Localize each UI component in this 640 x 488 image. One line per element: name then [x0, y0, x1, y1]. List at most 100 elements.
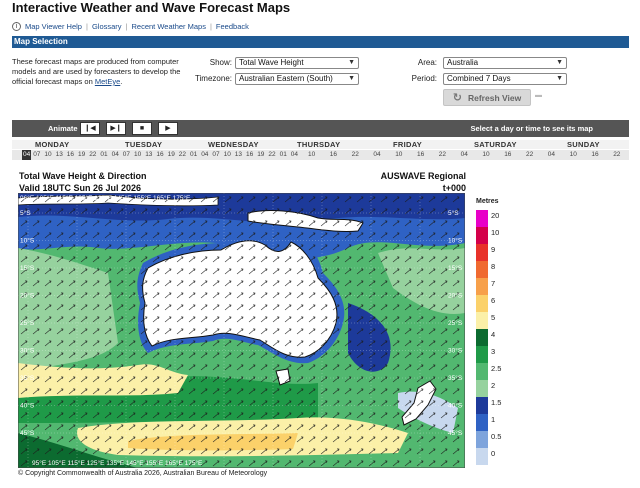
hour-cell[interactable]: 22: [179, 150, 186, 160]
hour-row: 04 07 10 13 16 19 22 01 04 07 10 13 16 19 22 01 04 07 10 13…: [12, 150, 629, 160]
chevron-down-icon: ▼: [556, 59, 563, 66]
legend-value: 8: [491, 262, 496, 271]
legend-value: 3: [491, 347, 496, 356]
day-sunday[interactable]: SUNDAY: [567, 140, 600, 149]
hour-cell[interactable]: 16: [156, 150, 163, 160]
legend-swatch: [476, 329, 488, 346]
link-feedback[interactable]: Feedback: [216, 22, 249, 31]
hour-cell[interactable]: 07: [212, 150, 219, 160]
hour-cell[interactable]: 01: [190, 150, 197, 160]
legend-swatch: [476, 363, 488, 380]
hour-cell[interactable]: 04: [201, 150, 208, 160]
step-forward-button[interactable]: ▶❙: [106, 122, 126, 135]
latitude-label-left: 35°S: [20, 374, 35, 382]
hour-cell[interactable]: 10: [395, 150, 402, 160]
timezone-label: Timezone:: [194, 74, 232, 83]
hour-cell[interactable]: 19: [257, 150, 264, 160]
latitude-label-left: 25°S: [20, 319, 35, 327]
hour-cell[interactable]: 22: [526, 150, 533, 160]
hour-cell[interactable]: 10: [570, 150, 577, 160]
help-links: i Map Viewer Help | Glossary | Recent We…: [12, 22, 249, 31]
day-tuesday[interactable]: TUESDAY: [125, 140, 162, 149]
hour-cell[interactable]: 10: [44, 150, 51, 160]
hour-cell[interactable]: 10: [224, 150, 231, 160]
hour-cell[interactable]: 22: [613, 150, 620, 160]
latitude-label-right: 20°S: [448, 292, 463, 300]
show-select-value: Total Wave Height: [239, 58, 304, 67]
refresh-shadow: ▬: [535, 92, 542, 99]
hour-cell[interactable]: 04: [461, 150, 468, 160]
link-recent-weather-maps[interactable]: Recent Weather Maps: [131, 22, 205, 31]
hour-cell[interactable]: 16: [504, 150, 511, 160]
legend-swatch: [476, 346, 488, 363]
legend-value: 0.5: [491, 432, 502, 441]
hour-cell[interactable]: 22: [352, 150, 359, 160]
day-header-row: MONDAY TUESDAY WEDNESDAY THURSDAY FRIDAY…: [12, 140, 629, 149]
longitude-labels-bottom: 95°E 105°E 115°E 125°E 135°E 145°E 155°E…: [32, 459, 203, 467]
hour-cell[interactable]: 19: [168, 150, 175, 160]
hour-cell[interactable]: 01: [100, 150, 107, 160]
legend-swatch: [476, 312, 488, 329]
hour-cell[interactable]: 04: [22, 150, 32, 160]
timezone-select[interactable]: Australian Eastern (South) ▼: [235, 73, 359, 85]
hour-cell[interactable]: 16: [330, 150, 337, 160]
page-title: Interactive Weather and Wave Forecast Ma…: [12, 0, 291, 15]
hour-cell[interactable]: 10: [482, 150, 489, 160]
separator: |: [85, 22, 88, 31]
latitude-label-right: 5°S: [448, 209, 459, 217]
hour-cell[interactable]: 10: [308, 150, 315, 160]
legend-swatch: [476, 397, 488, 414]
link-glossary[interactable]: Glossary: [92, 22, 122, 31]
hour-cell[interactable]: 07: [33, 150, 40, 160]
period-select[interactable]: Combined 7 Days ▼: [443, 73, 567, 85]
info-icon: i: [12, 22, 21, 31]
link-map-viewer-help[interactable]: Map Viewer Help: [25, 22, 82, 31]
legend-value: 7: [491, 279, 496, 288]
legend-value: 2.5: [491, 364, 502, 373]
legend-value: 20: [491, 211, 500, 220]
day-monday[interactable]: MONDAY: [35, 140, 69, 149]
hour-cell[interactable]: 22: [439, 150, 446, 160]
day-saturday[interactable]: SATURDAY: [474, 140, 517, 149]
latitude-label-right: 15°S: [448, 264, 463, 272]
hour-cell[interactable]: 10: [134, 150, 141, 160]
legend-value: 4: [491, 330, 496, 339]
intro-text: These forecast maps are produced from co…: [12, 57, 181, 86]
legend-value: 9: [491, 245, 496, 254]
longitude-labels-top: 96°E 105°E 115°E 125°E 135°E 145°E 155°E…: [20, 194, 191, 202]
refresh-view-button[interactable]: ↻ Refresh View: [443, 89, 531, 106]
day-thursday[interactable]: THURSDAY: [297, 140, 340, 149]
play-button[interactable]: ▶: [158, 122, 178, 135]
latitude-label-left: 5°S: [20, 209, 31, 217]
hour-cell[interactable]: 13: [145, 150, 152, 160]
stop-button[interactable]: ■: [132, 122, 152, 135]
hour-cell[interactable]: 01: [280, 150, 287, 160]
wave-height-map: 96°E 105°E 115°E 125°E 135°E 145°E 155°E…: [18, 193, 465, 468]
hour-cell[interactable]: 16: [417, 150, 424, 160]
animate-label: Animate: [48, 124, 78, 133]
day-wednesday[interactable]: WEDNESDAY: [208, 140, 259, 149]
hour-cell[interactable]: 22: [89, 150, 96, 160]
hour-cell[interactable]: 16: [246, 150, 253, 160]
hour-cell[interactable]: 04: [112, 150, 119, 160]
latitude-label-left: 10°S: [20, 237, 35, 245]
hour-cell[interactable]: 16: [591, 150, 598, 160]
legend-value: 2: [491, 381, 496, 390]
meteye-link[interactable]: MetEye: [95, 77, 120, 86]
hour-cell[interactable]: 04: [291, 150, 298, 160]
step-back-button[interactable]: ❙◀: [80, 122, 100, 135]
hour-cell[interactable]: 13: [56, 150, 63, 160]
hour-cell[interactable]: 13: [235, 150, 242, 160]
hour-cell[interactable]: 16: [67, 150, 74, 160]
show-select[interactable]: Total Wave Height ▼: [235, 57, 359, 69]
separator: |: [125, 22, 128, 31]
hour-cell[interactable]: 07: [123, 150, 130, 160]
hour-cell[interactable]: 22: [268, 150, 275, 160]
legend-swatch: [476, 295, 488, 312]
area-select[interactable]: Australia ▼: [443, 57, 567, 69]
legend-value: 0: [491, 449, 496, 458]
hour-cell[interactable]: 04: [373, 150, 380, 160]
hour-cell[interactable]: 19: [78, 150, 85, 160]
hour-cell[interactable]: 04: [548, 150, 555, 160]
day-friday[interactable]: FRIDAY: [393, 140, 422, 149]
